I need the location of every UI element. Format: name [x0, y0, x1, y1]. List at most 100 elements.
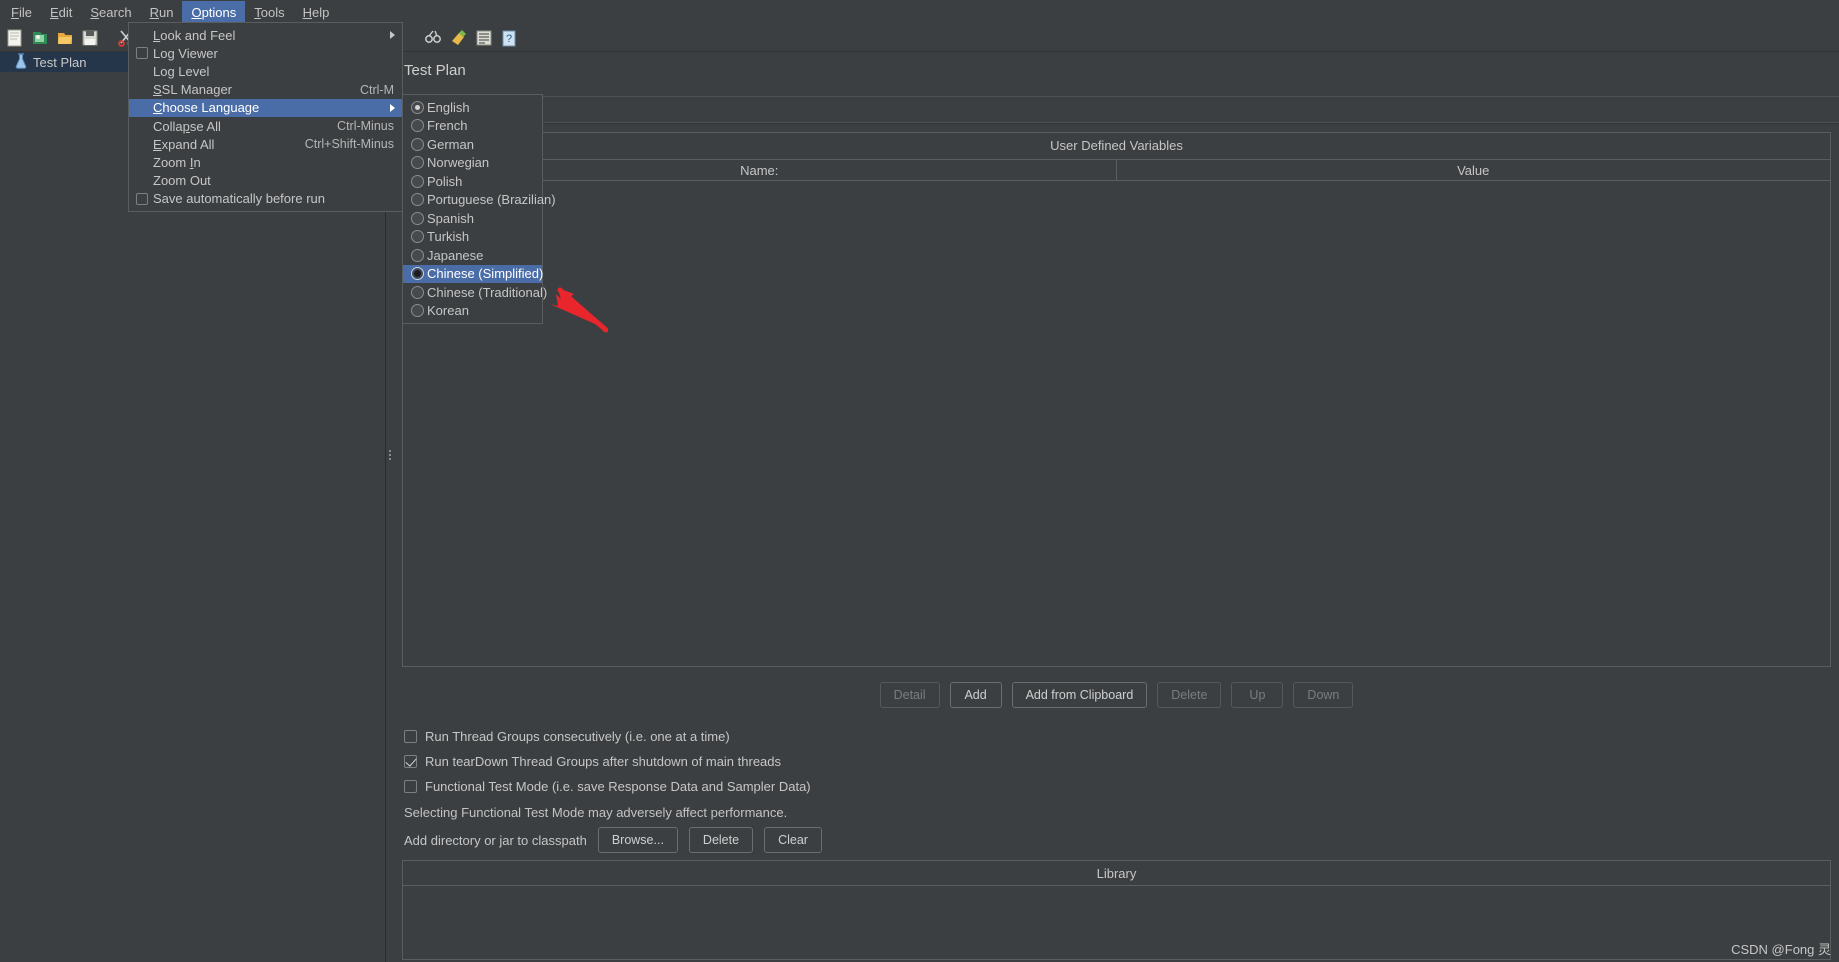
menu-item-label: Polish	[427, 173, 463, 189]
radio-button[interactable]	[411, 119, 424, 133]
menu-search[interactable]: Search	[81, 1, 140, 25]
new-icon[interactable]	[4, 27, 26, 49]
browse-button[interactable]: Browse...	[597, 827, 678, 853]
menu-item-accelerator: Ctrl-M	[359, 82, 394, 97]
menu-item-zoom-in[interactable]: Zoom In	[129, 153, 402, 171]
language-item-spanish[interactable]: Spanish	[403, 209, 542, 228]
language-item-polish[interactable]: Polish	[403, 172, 542, 191]
menu-help[interactable]: Help	[294, 1, 339, 25]
menu-item-zoom-out[interactable]: Zoom Out	[129, 172, 402, 190]
menu-item-log-level[interactable]: Log Level	[129, 62, 402, 80]
language-item-german[interactable]: German	[403, 135, 542, 154]
radio-button[interactable]	[411, 267, 424, 281]
language-item-chinese-traditional[interactable]: Chinese (Traditional)	[403, 283, 547, 302]
templates-icon[interactable]	[29, 27, 51, 49]
classpath-delete-button[interactable]: Delete	[688, 827, 754, 853]
checkbox-box[interactable]	[136, 192, 148, 205]
udv-column-value[interactable]: Value	[1117, 160, 1831, 180]
menu-edit[interactable]: Edit	[41, 1, 81, 25]
chevron-right-icon	[390, 31, 395, 40]
detail-button[interactable]: Detail	[879, 682, 940, 708]
menu-item-label: English	[427, 99, 470, 115]
classpath-row: Add directory or jar to classpath Browse…	[404, 827, 822, 853]
radio-button[interactable]	[411, 211, 424, 225]
test-plan-icon	[14, 52, 28, 72]
menu-item-accelerator: Ctrl+Shift-Minus	[304, 137, 394, 152]
checkbox-box[interactable]	[404, 780, 417, 793]
test-plan-editor: Test Plan User Defined Variables Name: V…	[394, 52, 1839, 962]
language-item-norwegian[interactable]: Norwegian	[403, 154, 542, 173]
choose-language-submenu[interactable]: English French German Norwegian Polish P…	[402, 94, 556, 324]
help-icon[interactable]: ?	[498, 27, 520, 49]
menu-item-label: Log Level	[153, 63, 210, 79]
menu-item-expand-all[interactable]: Expand All Ctrl+Shift-Minus	[129, 135, 402, 153]
library-title: Library	[403, 861, 1830, 886]
up-button[interactable]: Up	[1231, 682, 1284, 708]
down-button[interactable]: Down	[1293, 682, 1354, 708]
udv-title: User Defined Variables	[1050, 138, 1183, 153]
divider-1	[394, 96, 1839, 97]
menu-item-label: French	[427, 118, 468, 134]
radio-button[interactable]	[411, 100, 424, 114]
menu-item-label: Turkish	[427, 229, 470, 245]
checkbox-functional-test-mode[interactable]: Functional Test Mode (i.e. save Response…	[404, 774, 1304, 799]
language-item-korean[interactable]: Korean	[403, 302, 542, 321]
radio-button[interactable]	[411, 248, 424, 262]
language-item-english[interactable]: English	[403, 98, 542, 117]
menu-item-look-and-feel[interactable]: Look and Feel	[129, 26, 402, 44]
menu-item-label: Look and Feel	[153, 27, 236, 43]
functional-mode-note: Selecting Functional Test Mode may adver…	[404, 805, 788, 820]
expand-icon[interactable]	[473, 27, 495, 49]
language-item-turkish[interactable]: Turkish	[403, 228, 542, 247]
delete-button[interactable]: Delete	[1157, 682, 1222, 708]
menu-item-ssl-manager[interactable]: SSL Manager Ctrl-M	[129, 81, 402, 99]
divider-3	[394, 123, 1839, 124]
menu-file[interactable]: File	[2, 1, 41, 25]
checkbox-box[interactable]	[404, 755, 417, 768]
radio-button[interactable]	[411, 285, 424, 299]
checkbox-run-teardown-thread-groups[interactable]: Run tearDown Thread Groups after shutdow…	[404, 749, 1304, 774]
copy-icon[interactable]	[423, 27, 445, 49]
menu-options[interactable]: Options	[182, 0, 246, 25]
language-item-chinese-simplified[interactable]: Chinese (Simplified)	[403, 264, 543, 283]
checkbox-box[interactable]	[404, 730, 417, 743]
checkbox-run-thread-groups-consecutively[interactable]: Run Thread Groups consecutively (i.e. on…	[404, 724, 1304, 749]
language-item-french[interactable]: French	[403, 117, 542, 136]
tree-node-label: Test Plan	[33, 54, 87, 70]
menu-item-label: Log Viewer	[153, 45, 218, 61]
menu-item-choose-language[interactable]: Choose Language	[129, 98, 402, 117]
menu-item-label: Japanese	[427, 247, 484, 263]
menu-item-save-automatically-before-run[interactable]: Save automatically before run	[129, 190, 402, 208]
classpath-clear-button[interactable]: Clear	[764, 827, 822, 853]
save-icon[interactable]	[79, 27, 101, 49]
radio-button[interactable]	[411, 193, 424, 207]
library-panel: Library	[402, 860, 1831, 960]
language-item-japanese[interactable]: Japanese	[403, 246, 542, 265]
radio-button[interactable]	[411, 304, 424, 318]
menu-item-log-viewer[interactable]: Log Viewer	[129, 44, 402, 62]
user-defined-variables-panel: User Defined Variables Name: Value	[402, 132, 1831, 667]
udv-table-header: Name: Value	[403, 159, 1830, 181]
radio-button[interactable]	[411, 156, 424, 170]
language-item-portuguese-brazilian[interactable]: Portuguese (Brazilian)	[403, 191, 556, 210]
open-icon[interactable]	[54, 27, 76, 49]
options-dropdown-menu[interactable]: Look and Feel Log Viewer Log Level SSL M…	[128, 22, 403, 212]
paste-icon[interactable]	[448, 27, 470, 49]
menu-item-label: Norwegian	[427, 155, 490, 171]
checkbox-label: Run tearDown Thread Groups after shutdow…	[425, 754, 782, 769]
menu-item-label: Chinese (Traditional)	[427, 284, 548, 300]
menu-item-label: Save automatically before run	[153, 191, 325, 207]
add-button[interactable]: Add	[949, 682, 1002, 708]
radio-button[interactable]	[411, 230, 424, 244]
radio-button[interactable]	[411, 174, 424, 188]
radio-button[interactable]	[411, 137, 424, 151]
svg-text:?: ?	[506, 33, 512, 45]
menu-tools[interactable]: Tools	[245, 1, 293, 25]
add-from-clipboard-button[interactable]: Add from Clipboard	[1011, 682, 1148, 708]
menu-item-label: Zoom In	[153, 154, 201, 170]
menu-run[interactable]: Run	[141, 1, 183, 25]
checkbox-label: Functional Test Mode (i.e. save Response…	[425, 779, 811, 794]
checkbox-box[interactable]	[136, 47, 148, 60]
udv-table-body[interactable]	[403, 181, 1830, 666]
menu-item-collapse-all[interactable]: Collapse All Ctrl-Minus	[129, 117, 402, 135]
